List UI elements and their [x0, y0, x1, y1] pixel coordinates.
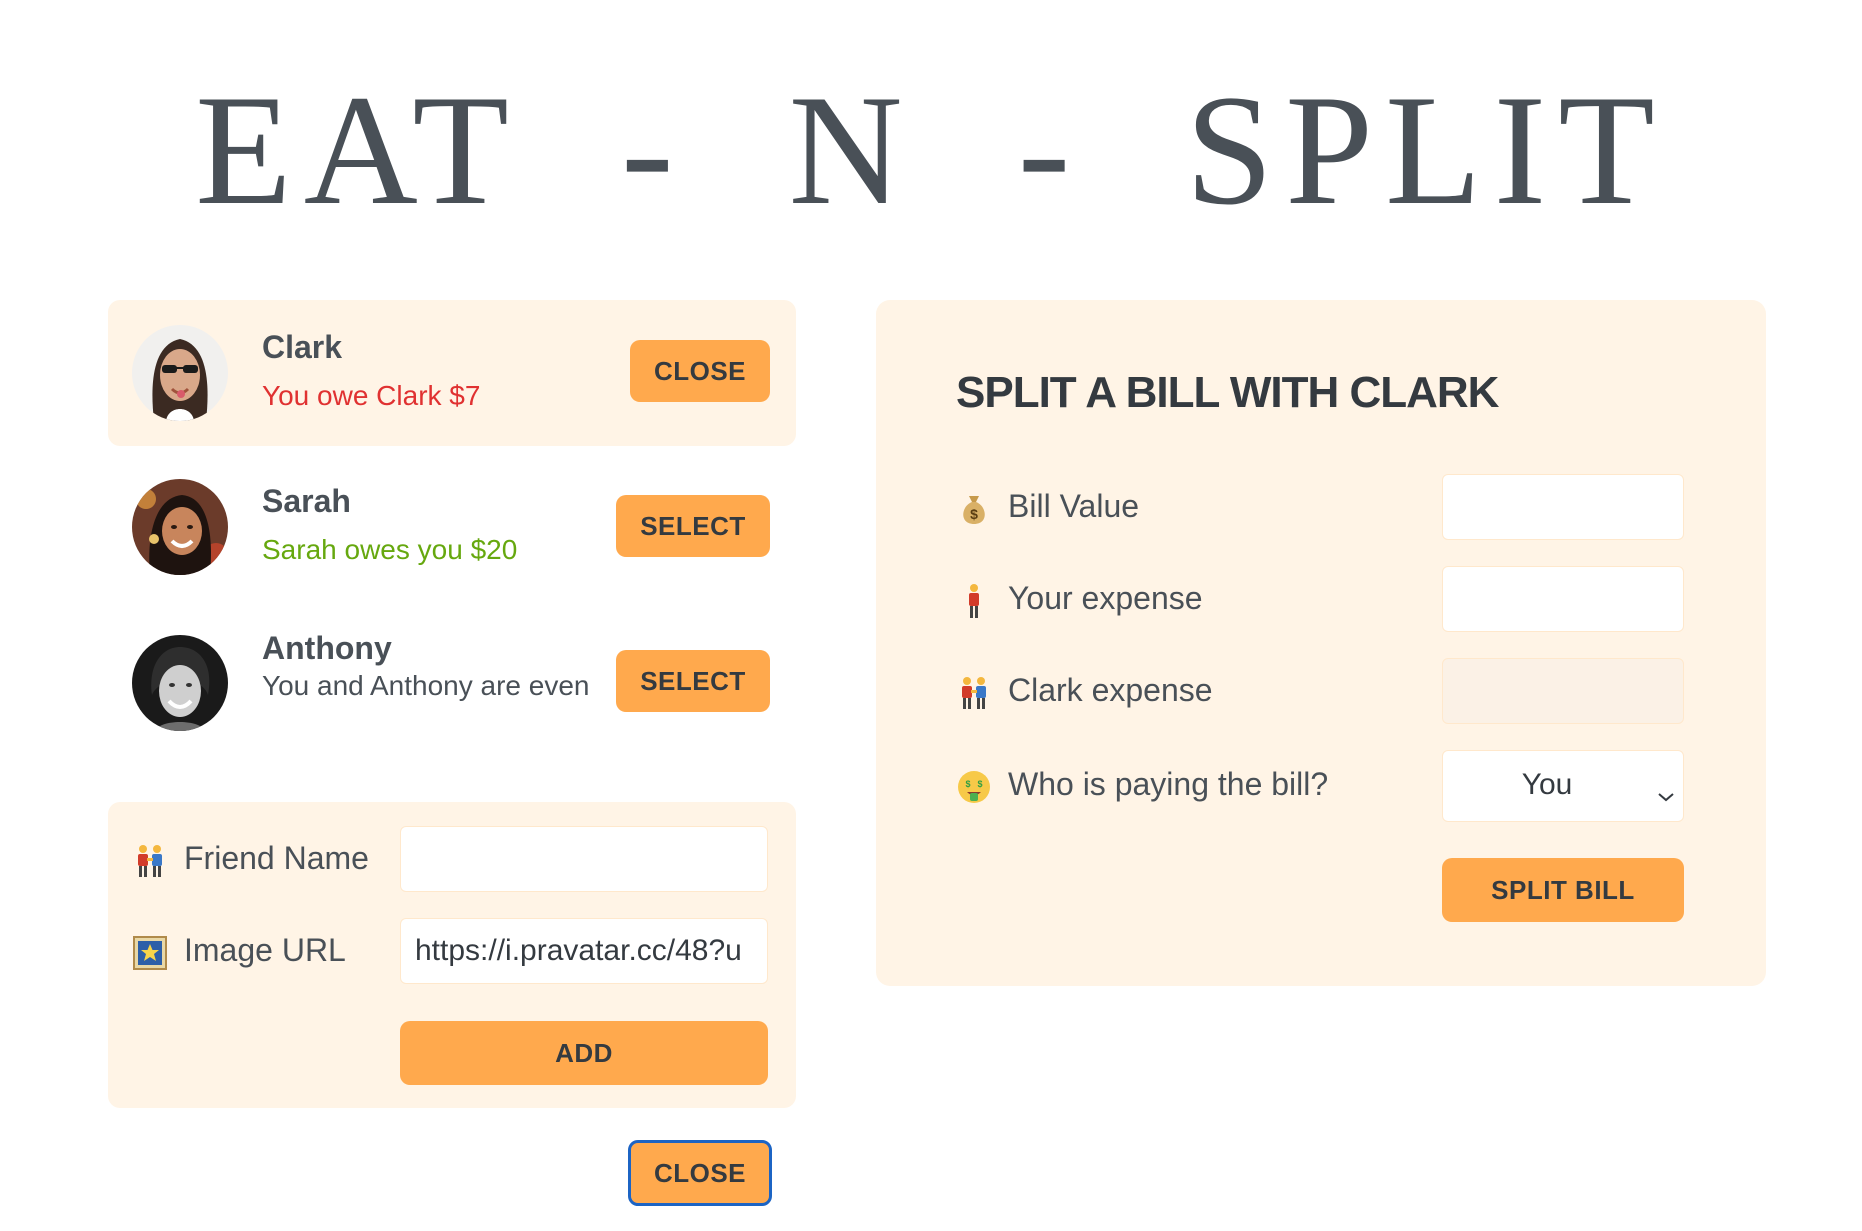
payer-label: $ $ Who is paying the bill?: [956, 766, 1328, 805]
payer-label-text: Who is paying the bill?: [1008, 766, 1329, 802]
friend-item-clark: Clark You owe Clark $7 CLOSE: [108, 300, 796, 446]
friend-balance-status: You owe Clark $7: [262, 380, 481, 411]
friend-name-label-text: Friend Name: [184, 840, 369, 876]
add-friend-button[interactable]: ADD: [400, 1021, 768, 1085]
avatar: [132, 635, 228, 731]
people-holding-hands-icon: [132, 843, 168, 879]
friend-expense-input: [1442, 658, 1684, 724]
payer-selected-value: You: [1521, 768, 1573, 801]
image-url-label: Image URL: [132, 932, 346, 970]
friend-name: Anthony: [262, 630, 392, 666]
friend-item-anthony: Anthony You and Anthony are even SELECT: [108, 610, 796, 756]
add-friend-form: Friend Name Image URL https://i.pravatar…: [108, 802, 796, 1108]
split-bill-form: SPLIT A BILL WITH CLARK $ Bill Value You…: [876, 300, 1766, 986]
money-mouth-face-icon: $ $: [956, 769, 992, 805]
your-expense-input[interactable]: [1442, 566, 1684, 632]
app-title: EAT - N - SPLIT: [195, 63, 1667, 238]
select-friend-button[interactable]: SELECT: [616, 495, 770, 557]
split-bill-button[interactable]: SPLIT BILL: [1442, 858, 1684, 922]
your-expense-label-text: Your expense: [1008, 580, 1203, 616]
image-url-label-text: Image URL: [184, 932, 346, 968]
svg-text:$: $: [970, 506, 978, 522]
split-bill-heading: SPLIT A BILL WITH CLARK: [956, 368, 1499, 417]
friend-name: Sarah: [262, 483, 351, 519]
friend-name: Clark: [262, 329, 343, 365]
svg-text:$: $: [965, 779, 970, 789]
framed-picture-icon: [132, 935, 168, 970]
avatar: [132, 325, 228, 421]
money-bag-icon: $: [956, 492, 992, 526]
friend-name-label: Friend Name: [132, 840, 369, 879]
close-friend-button[interactable]: CLOSE: [630, 340, 770, 402]
friend-expense-label: Clark expense: [956, 672, 1213, 711]
select-friend-button[interactable]: SELECT: [616, 650, 770, 712]
friend-item-sarah: Sarah Sarah owes you $20 SELECT: [108, 454, 796, 600]
friend-balance-status: You and Anthony are even: [262, 670, 590, 701]
chevron-down-icon: [1657, 777, 1675, 811]
image-url-input[interactable]: https://i.pravatar.cc/48?u: [400, 918, 768, 984]
svg-text:$: $: [977, 779, 982, 789]
friend-balance-status: Sarah owes you $20: [262, 534, 518, 565]
person-standing-icon: [956, 583, 992, 619]
avatar: [132, 479, 228, 575]
bill-value-label-text: Bill Value: [1008, 488, 1140, 524]
people-holding-hands-icon: [956, 675, 992, 711]
close-add-form-button[interactable]: CLOSE: [628, 1140, 772, 1206]
bill-value-label: $ Bill Value: [956, 488, 1139, 526]
bill-value-input[interactable]: [1442, 474, 1684, 540]
payer-select[interactable]: You: [1442, 750, 1684, 822]
your-expense-label: Your expense: [956, 580, 1203, 619]
friend-name-input[interactable]: [400, 826, 768, 892]
friend-expense-label-text: Clark expense: [1008, 672, 1213, 708]
